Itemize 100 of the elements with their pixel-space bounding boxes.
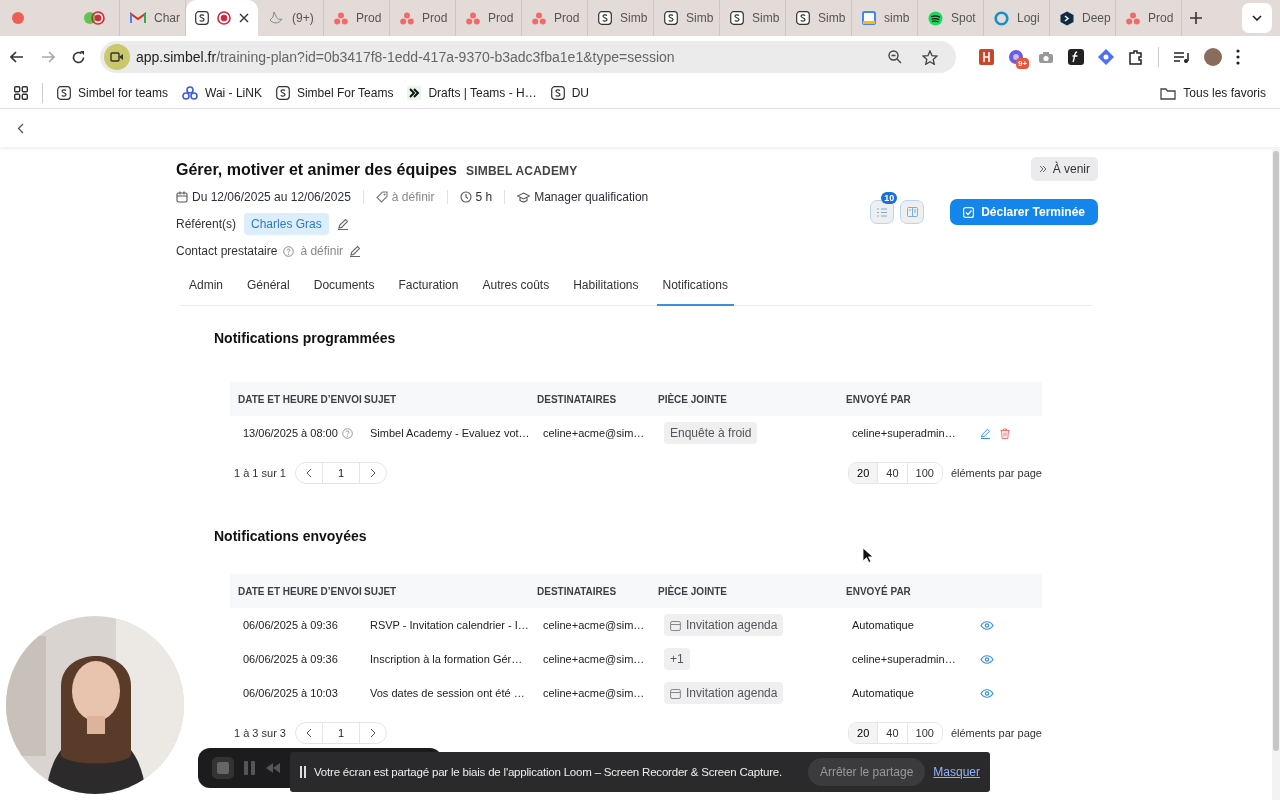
calendar-icon	[670, 687, 681, 699]
table-cell: RSVP - Invitation calendrier - I…	[370, 619, 529, 631]
table-cell: celine+acme@sim…	[543, 427, 645, 439]
tab[interactable]: Autres coûts	[476, 278, 556, 306]
bookmark[interactable]: Simbel for teams	[57, 84, 169, 102]
column-header: SUJET	[364, 584, 398, 599]
table-cell: celine+acme@sim…	[543, 619, 645, 631]
eye-icon[interactable]	[980, 620, 994, 630]
column-header: PIÈCE JOINTE	[658, 392, 728, 407]
camera-icon[interactable]	[1038, 50, 1054, 64]
attachment-tag: +1	[664, 648, 690, 670]
table-cell: 06/06/2025 à 09:36	[243, 619, 338, 631]
zoom-icon[interactable]	[888, 50, 902, 64]
pagination-range: 1 à 3 sur 3	[234, 727, 286, 739]
bookmark[interactable]: Wai - LiNK	[182, 84, 262, 102]
page-size-option[interactable]: 20	[849, 463, 878, 483]
bookmark[interactable]: Simbel For Teams	[275, 84, 394, 102]
page-size-option[interactable]: 100	[906, 463, 942, 483]
column-header: DATE ET HEURE D’ENVOI	[237, 392, 363, 407]
status-badge: À venir	[1030, 157, 1098, 181]
per-page-label: éléments par page	[950, 727, 1042, 739]
pencil-icon[interactable]	[980, 427, 991, 439]
mail-icon	[130, 12, 146, 24]
close-icon[interactable]	[239, 13, 249, 23]
page-number[interactable]: 1	[322, 463, 361, 483]
attachment-tag: Invitation agenda	[664, 682, 784, 704]
price-text: à définir	[391, 190, 435, 204]
stop-recording-icon[interactable]	[212, 757, 234, 779]
video-camera-icon[interactable]	[110, 52, 124, 62]
eye-icon[interactable]	[980, 688, 994, 698]
date-range: Du 12/06/2025 au 12/06/2025	[192, 190, 351, 204]
all-bookmarks[interactable]: Tous les favoris	[1160, 84, 1266, 102]
address-bar[interactable]: app.simbel.fr/training-plan?id=0b3417f8-1edd-417a-9370-b3adc3fba1e1&type=session	[100, 41, 956, 73]
apps-grid-icon[interactable]	[14, 86, 28, 100]
url-text: app.simbel.fr/training-plan?id=0b3417f8-1edd-417a-9370-b3adc3fba1e1&type=session	[136, 49, 676, 65]
pause-icon	[300, 766, 306, 778]
double-chevron-icon	[1038, 165, 1047, 173]
referent-tag[interactable]: Charles Gras	[244, 213, 329, 235]
column-header: ENVOYÉ PAR	[846, 584, 912, 599]
book-icon	[906, 207, 918, 217]
diamond-icon[interactable]	[1098, 49, 1114, 65]
table-cell: 06/06/2025 à 10:03	[243, 687, 338, 699]
browser-tab[interactable]	[186, 0, 258, 36]
notification-badge: 9+	[1016, 58, 1030, 69]
letter-s-icon	[730, 11, 744, 25]
page-size-option[interactable]: 100	[906, 723, 942, 743]
bookmark[interactable]: Drafts | Teams - H…	[407, 84, 537, 102]
back-icon[interactable]	[10, 51, 24, 63]
reload-icon[interactable]	[72, 50, 85, 64]
eye-icon[interactable]	[980, 654, 994, 664]
attachment-tag: Invitation agenda	[664, 614, 784, 636]
letter-s-icon	[664, 11, 678, 25]
tab[interactable]: Admin	[183, 278, 229, 306]
pencil-icon[interactable]	[349, 245, 362, 257]
tab-list-button[interactable]	[1242, 3, 1272, 33]
chevrons-icon	[407, 86, 422, 100]
graduation-cap-icon	[517, 191, 531, 203]
tab[interactable]: Facturation	[392, 278, 465, 306]
page-size-option[interactable]: 20	[849, 723, 878, 743]
attachment-tag: Enquête à froid	[664, 422, 758, 444]
pagination-range: 1 à 1 sur 1	[234, 467, 286, 479]
menu-icon[interactable]	[1236, 49, 1240, 65]
new-tab-icon[interactable]	[1190, 12, 1202, 24]
stop-sharing-button[interactable]: Arrêter le partage	[807, 758, 926, 786]
folder-icon	[1160, 86, 1177, 100]
column-header: PIÈCE JOINTE	[658, 584, 728, 599]
declare-completed-button[interactable]: Déclarer Terminée	[950, 199, 1098, 225]
bookmark[interactable]: DU	[550, 84, 589, 102]
star-icon[interactable]	[922, 49, 938, 65]
chevron-down-icon	[1252, 15, 1262, 21]
table-cell: celine+acme@sim…	[543, 653, 645, 665]
back-icon[interactable]	[17, 122, 24, 134]
letter-s-icon	[550, 86, 565, 100]
playlist-icon[interactable]	[1173, 50, 1190, 64]
table-cell: 13/06/2025 à 08:00	[243, 427, 338, 439]
puzzle-icon[interactable]	[1128, 49, 1144, 65]
scrollbar[interactable]	[1272, 149, 1280, 800]
calendar-icon	[670, 619, 681, 631]
table-cell: Simbel Academy - Evaluez vot…	[370, 427, 530, 439]
letter-s-icon	[598, 11, 612, 25]
dots-icon	[466, 11, 480, 25]
hide-link[interactable]: Masquer	[933, 765, 980, 779]
tab[interactable]: Notifications	[656, 278, 734, 306]
table-cell: Automatique	[852, 619, 914, 631]
dots-icon	[532, 11, 546, 25]
trash-icon[interactable]	[1000, 427, 1010, 439]
pencil-icon[interactable]	[336, 218, 349, 230]
tag-icon	[375, 191, 388, 203]
letter-s-icon	[796, 11, 810, 25]
tab[interactable]: Documents	[307, 278, 381, 306]
avatar[interactable]	[1204, 48, 1222, 66]
page-number[interactable]: 1	[322, 723, 361, 743]
dots-icon	[334, 11, 348, 25]
tab[interactable]: Habilitations	[567, 278, 645, 306]
field-label: Référent(s)	[176, 217, 237, 231]
checklist-button[interactable]	[870, 200, 895, 224]
table-cell: celine+superadmin…	[852, 427, 956, 439]
level-text: Manager qualification	[534, 190, 649, 204]
tab[interactable]: Général	[241, 278, 296, 306]
function-icon[interactable]	[1068, 49, 1084, 65]
